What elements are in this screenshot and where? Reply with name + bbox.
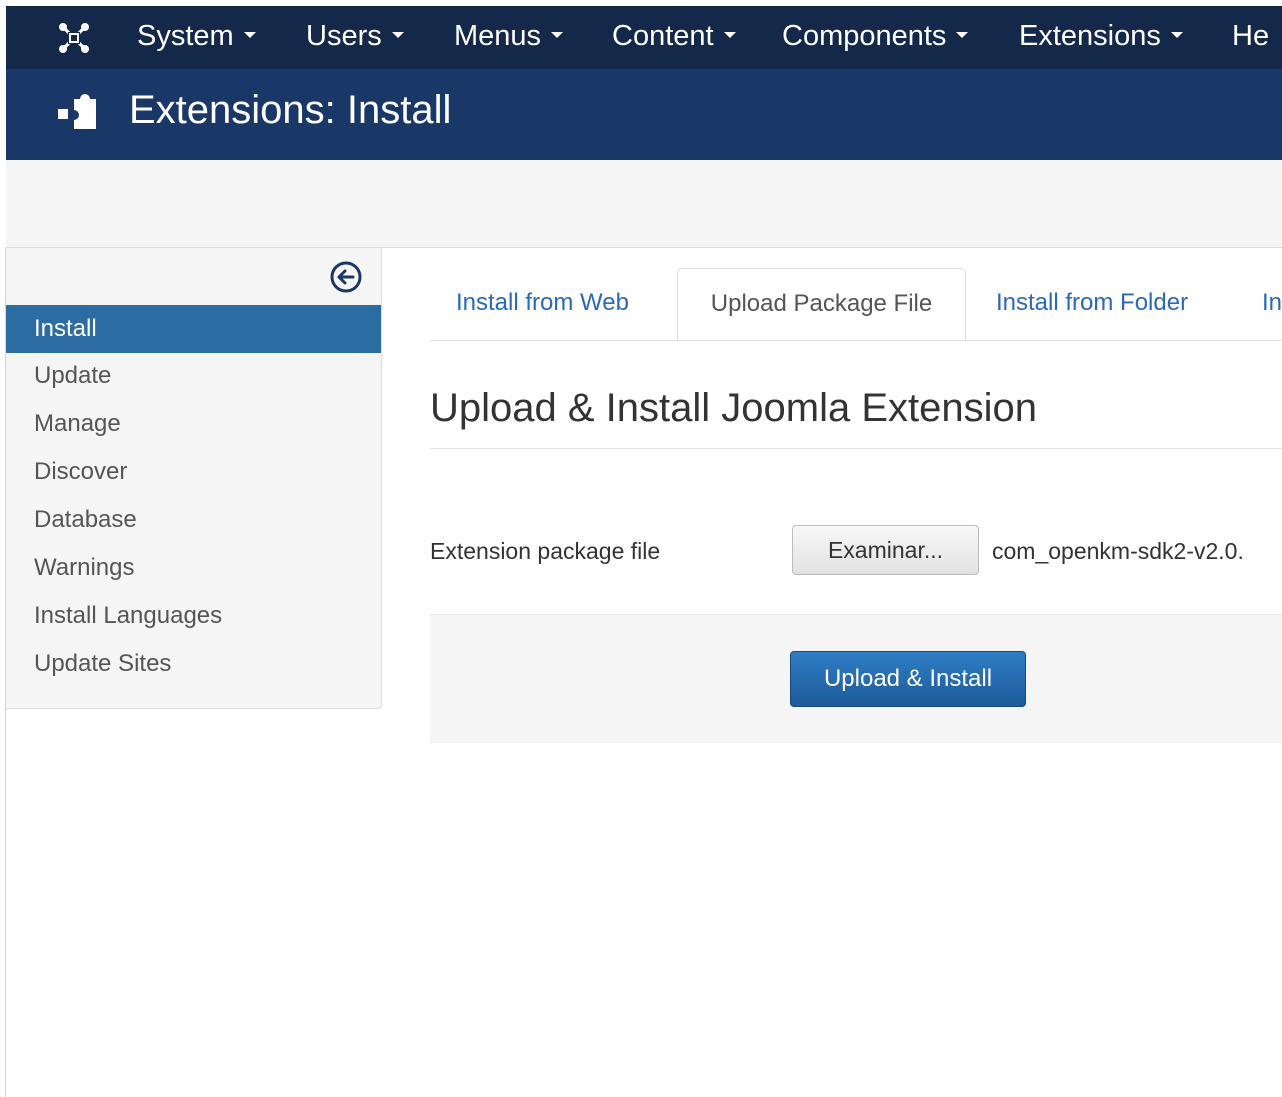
page-title: Upload & Install Joomla Extension: [430, 386, 1037, 430]
menu-components[interactable]: Components: [782, 20, 969, 52]
chevron-down-icon: [391, 32, 404, 39]
menu-users-label: Users: [306, 20, 382, 52]
sidebar-item-update-sites[interactable]: Update Sites: [6, 640, 381, 688]
menu-system[interactable]: System: [137, 21, 256, 51]
upload-install-button[interactable]: Upload & Install: [790, 651, 1026, 707]
sidebar-item-warnings[interactable]: Warnings: [6, 544, 381, 592]
sidebar-item-install-languages[interactable]: Install Languages: [6, 592, 381, 640]
menu-extensions[interactable]: Extensions: [1019, 21, 1183, 51]
sidebar: Install Update Manage Discover Database …: [6, 248, 382, 709]
form-actions: Upload & Install: [430, 614, 1282, 743]
extension-package-label: Extension package file: [430, 538, 661, 564]
selected-file-name: com_openkm-sdk2-v2.0.: [992, 538, 1244, 564]
menu-system-label: System: [137, 20, 234, 52]
joomla-logo-icon[interactable]: [56, 20, 92, 56]
arrow-circle-left-icon[interactable]: [329, 260, 363, 294]
page-title-header: Extensions: Install: [129, 88, 452, 132]
top-navbar: System Users Menus Content Components Ex…: [6, 6, 1282, 69]
chevron-down-icon: [956, 32, 969, 39]
menu-help-label: He: [1232, 20, 1270, 52]
tab-install-from-folder[interactable]: Install from Folder: [996, 268, 1188, 339]
browse-file-button[interactable]: Examinar...: [792, 525, 979, 575]
sidebar-item-discover[interactable]: Discover: [6, 448, 381, 496]
install-tabs: Install from Web Upload Package File Ins…: [430, 268, 1282, 341]
menu-help[interactable]: He: [1232, 21, 1269, 51]
tab-install-from-url[interactable]: In: [1262, 268, 1282, 339]
menu-content[interactable]: Content: [612, 21, 736, 51]
tab-upload-package-file[interactable]: Upload Package File: [677, 268, 966, 340]
chevron-down-icon: [723, 32, 736, 39]
menu-menus[interactable]: Menus: [454, 20, 564, 52]
sidebar-item-install[interactable]: Install: [6, 305, 381, 353]
menu-extensions-label: Extensions: [1019, 20, 1161, 52]
chevron-down-icon: [1170, 32, 1183, 39]
page-header: Extensions: Install: [6, 69, 1282, 160]
chevron-down-icon: [551, 32, 564, 39]
sidebar-item-update[interactable]: Update: [6, 352, 381, 400]
sidebar-item-manage[interactable]: Manage: [6, 400, 381, 448]
menu-users[interactable]: Users: [306, 21, 404, 51]
divider: [430, 448, 1282, 449]
menu-menus-label: Menus: [454, 20, 542, 52]
menu-content-label: Content: [612, 20, 714, 52]
puzzle-piece-icon: [58, 94, 96, 129]
toolbar-area: [6, 160, 1282, 248]
tab-install-from-web[interactable]: Install from Web: [456, 268, 629, 339]
sidebar-item-database[interactable]: Database: [6, 496, 381, 544]
menu-components-label: Components: [782, 20, 947, 52]
chevron-down-icon: [243, 32, 256, 39]
